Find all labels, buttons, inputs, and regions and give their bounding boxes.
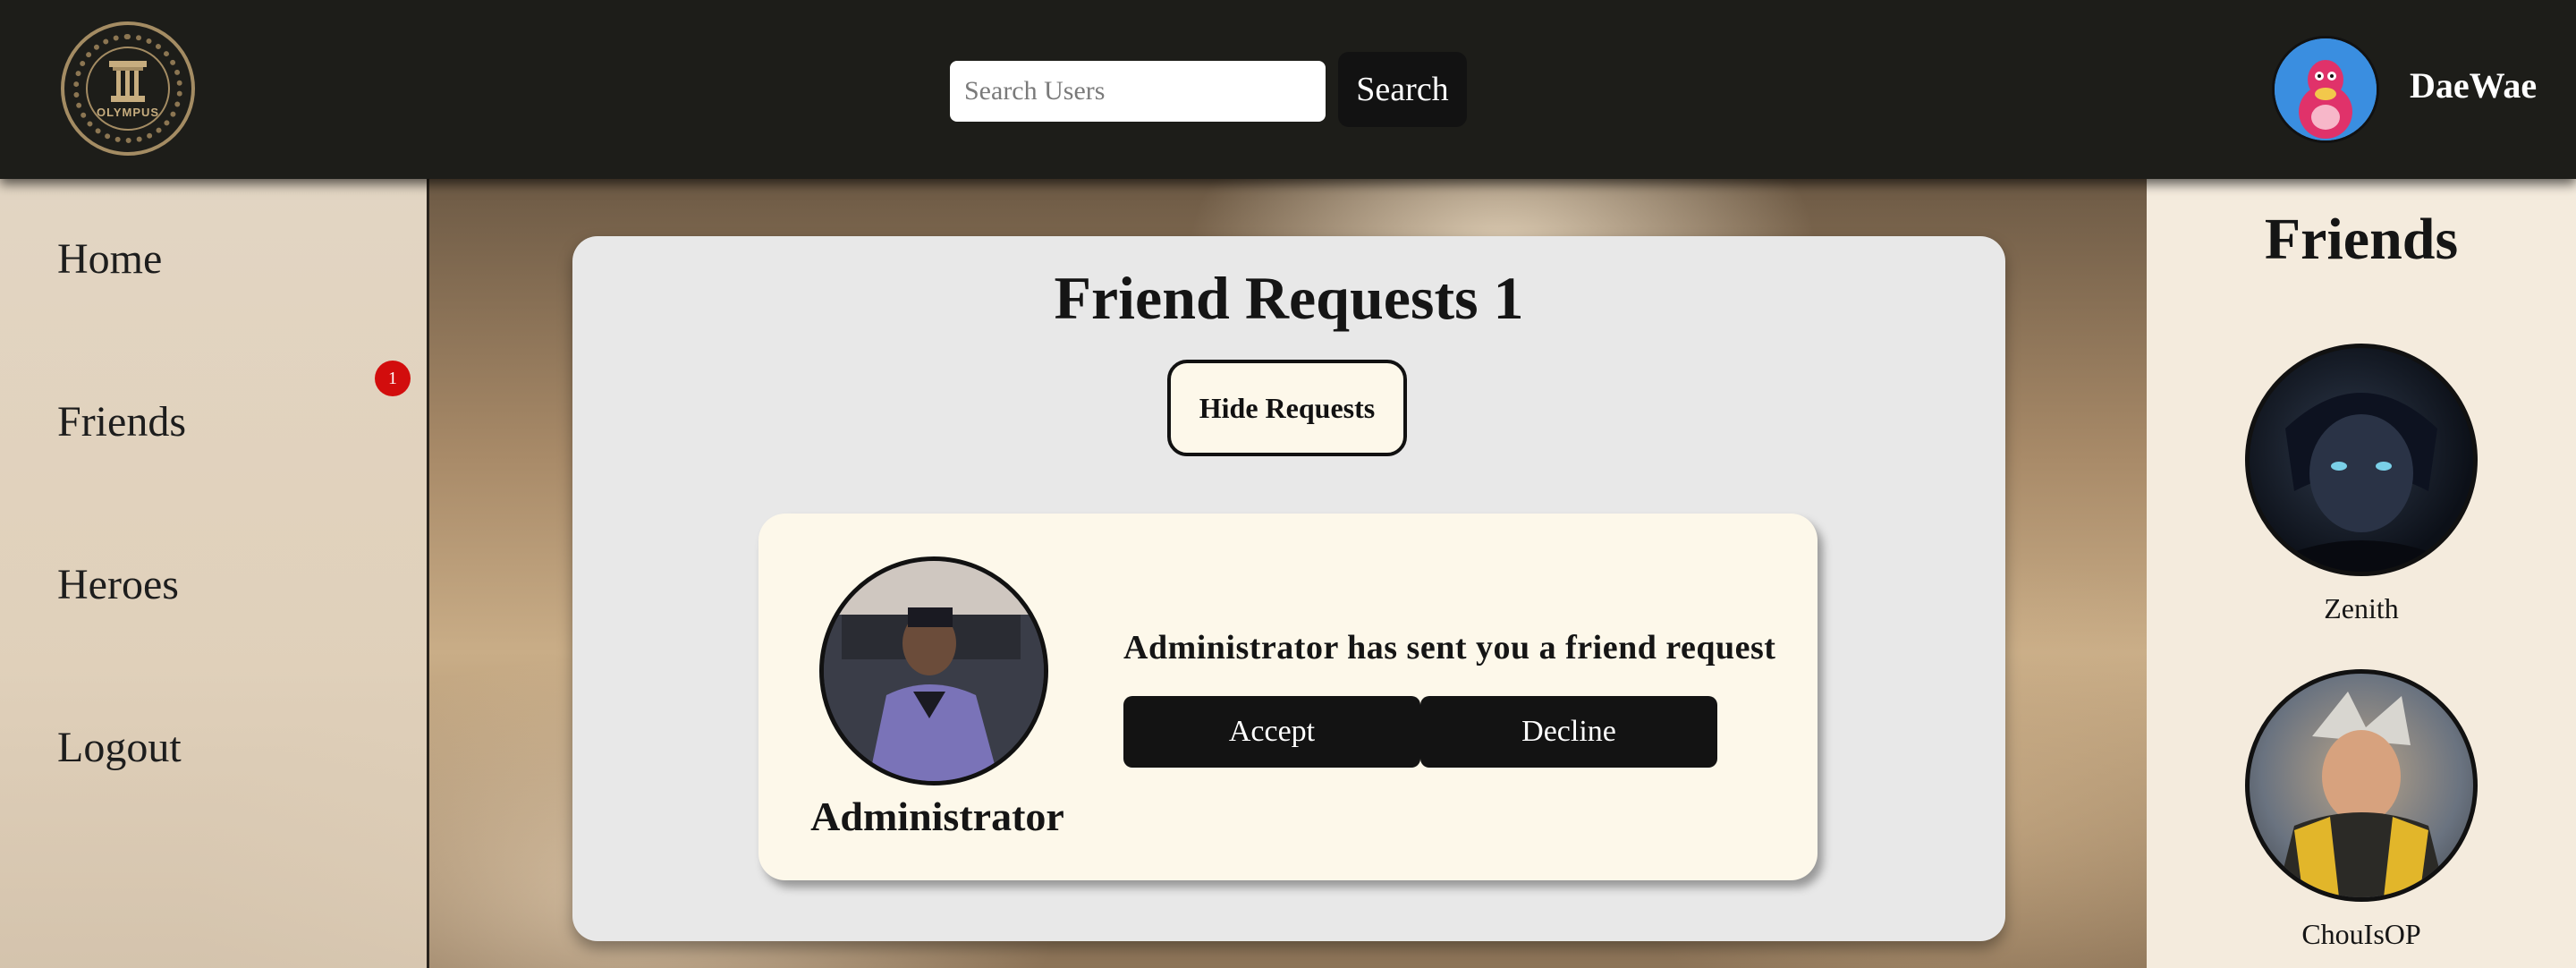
page-title: Friend Requests 1 — [1054, 264, 1524, 332]
requester-avatar[interactable] — [819, 556, 1048, 785]
left-sidebar: Home Friends 1 Heroes Logout — [0, 179, 429, 968]
avatar-image — [2276, 692, 2446, 897]
friend-requests-panel: Friend Requests 1 Hide Requests Administ… — [572, 236, 2005, 941]
avatar-image — [824, 561, 1044, 781]
sidebar-item-heroes[interactable]: Heroes — [57, 560, 179, 609]
decline-button[interactable]: Decline — [1420, 696, 1717, 768]
friends-panel: Friends Zenith ChouIsOP — [2147, 179, 2576, 968]
friends-title: Friends — [2264, 207, 2459, 272]
requester-name: Administrator — [810, 794, 1064, 839]
search-button[interactable]: Search — [1338, 52, 1467, 127]
search-users-input[interactable] — [950, 61, 1326, 122]
accept-button[interactable]: Accept — [1123, 696, 1420, 768]
sidebar-item-home[interactable]: Home — [57, 234, 162, 284]
friend-avatar-zenith[interactable] — [2245, 344, 2478, 576]
friend-name[interactable]: Zenith — [2147, 592, 2576, 625]
avatar-image — [2250, 393, 2473, 572]
sidebar-item-friends[interactable]: Friends — [57, 397, 186, 446]
friends-notification-badge: 1 — [375, 361, 411, 396]
olympus-logo[interactable]: OLYMPUS — [61, 21, 195, 156]
logo-text: OLYMPUS — [96, 105, 160, 119]
friend-name[interactable]: ChouIsOP — [2147, 918, 2576, 951]
hide-requests-button[interactable]: Hide Requests — [1167, 360, 1407, 456]
avatar-image — [2275, 38, 2377, 140]
user-avatar[interactable] — [2272, 36, 2379, 143]
friend-avatar-chouisop[interactable] — [2245, 669, 2478, 902]
request-message: Administrator has sent you a friend requ… — [1123, 629, 1776, 667]
top-header: OLYMPUS Search DaeWae — [0, 0, 2576, 179]
user-name[interactable]: DaeWae — [2410, 64, 2537, 106]
friend-request-card: Administrator Administrator has sent you… — [758, 514, 1818, 880]
sidebar-item-logout[interactable]: Logout — [57, 723, 182, 772]
pillar-icon — [109, 60, 147, 102]
